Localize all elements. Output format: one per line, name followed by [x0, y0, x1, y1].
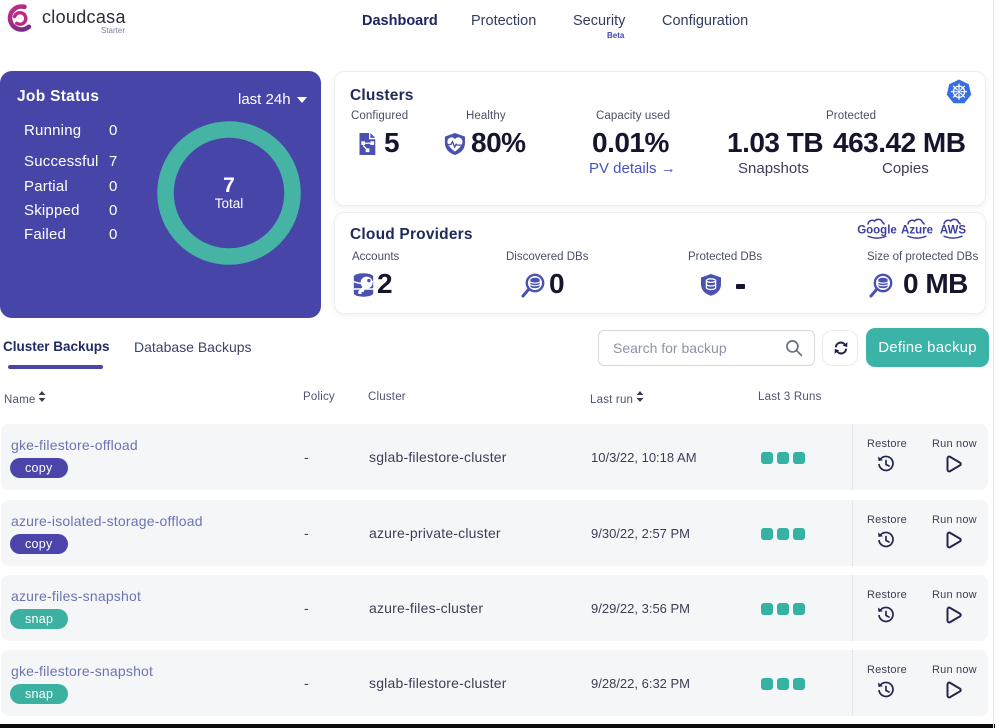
svg-text:AWS: AWS — [940, 225, 967, 237]
svg-text:Azure: Azure — [901, 225, 933, 237]
svg-text:Starter: Starter — [101, 26, 125, 35]
svg-text:cloudcasa: cloudcasa — [42, 7, 126, 27]
svg-text:Google: Google — [857, 225, 897, 237]
